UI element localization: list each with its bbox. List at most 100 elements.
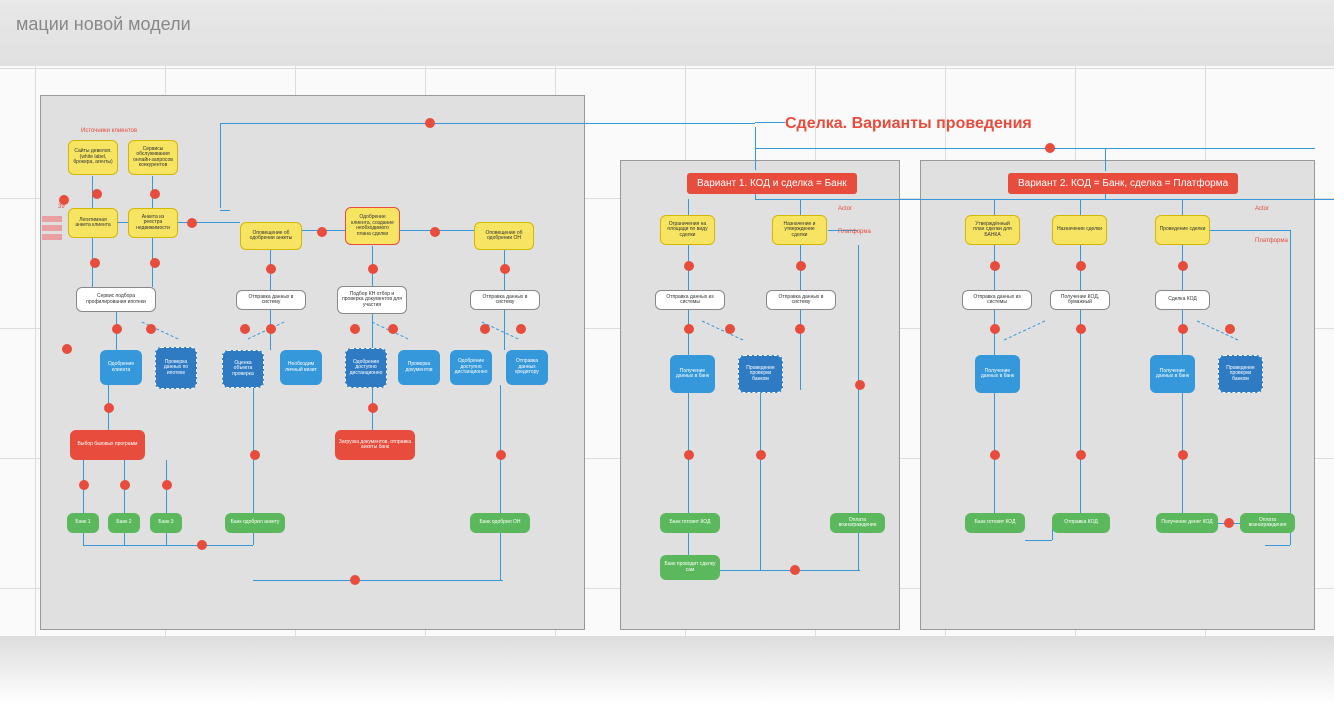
bn-3[interactable]: Оценка объекта проверка bbox=[222, 350, 264, 388]
gn-8[interactable]: Оплата вознаграждения bbox=[830, 513, 885, 533]
dot-15 bbox=[240, 324, 250, 334]
wn-2[interactable]: Отправка данных в систему bbox=[236, 290, 306, 310]
dot-34 bbox=[684, 324, 694, 334]
dot-12 bbox=[500, 264, 510, 274]
cn-a bbox=[220, 123, 221, 208]
gn-3[interactable]: Банк 3 bbox=[150, 513, 182, 533]
yn-9[interactable]: Назначение и утверждение сделки bbox=[772, 215, 827, 245]
wn-3[interactable]: Подбор КН отбор и проверка документов дл… bbox=[337, 286, 407, 314]
cn-j bbox=[800, 199, 801, 215]
dot-20 bbox=[516, 324, 526, 334]
yn-7[interactable]: Оповещение об одобрении ОН bbox=[474, 222, 534, 250]
bn-5[interactable]: Одобрение доступно дистанционно bbox=[345, 348, 387, 388]
cn-p3i bbox=[1025, 540, 1052, 541]
yn-11[interactable]: Назначение сделки bbox=[1052, 215, 1107, 245]
yn-2[interactable]: Сервисы обслуживания онлайн-запросов кон… bbox=[128, 140, 178, 175]
bn-1[interactable]: Одобрение клиента bbox=[100, 350, 142, 385]
dot-32 bbox=[684, 261, 694, 271]
wn-9[interactable]: Сделка КОД bbox=[1155, 290, 1210, 310]
dot-42 bbox=[1076, 261, 1086, 271]
dot-43 bbox=[1178, 261, 1188, 271]
page-title: мации новой модели bbox=[16, 14, 191, 35]
bn-9[interactable]: Получение данных в банк bbox=[670, 355, 715, 393]
gn-9[interactable]: Банк готовит КОД bbox=[965, 513, 1025, 533]
gn-12[interactable]: Оплата вознаграждения bbox=[1240, 513, 1295, 533]
dot-36 bbox=[795, 324, 805, 334]
wn-6[interactable]: Отправка данных в систему bbox=[766, 290, 836, 310]
dot-45 bbox=[1076, 324, 1086, 334]
wn-4[interactable]: Отправка данных в систему bbox=[470, 290, 540, 310]
dot-47 bbox=[1225, 324, 1235, 334]
wn-5[interactable]: Отправка данных из системы bbox=[655, 290, 725, 310]
dot-38 bbox=[756, 450, 766, 460]
cn-title-l bbox=[755, 122, 785, 123]
gn-5[interactable]: Банк одобрил ОН bbox=[470, 513, 530, 533]
wn-7[interactable]: Отправка данных из системы bbox=[962, 290, 1032, 310]
dot-40 bbox=[790, 565, 800, 575]
yn-3[interactable]: Легитимная анкета клиента bbox=[68, 208, 118, 238]
dot-17 bbox=[350, 324, 360, 334]
yn-5[interactable]: Оповещение об одобрении анкеты bbox=[240, 222, 302, 250]
cn-m bbox=[1182, 199, 1183, 215]
yn-12[interactable]: Проведение сделки bbox=[1155, 215, 1210, 245]
cn-gb4 bbox=[253, 533, 254, 545]
cn-gb3 bbox=[166, 533, 167, 545]
yn-10[interactable]: Утверждённый план сделки для БАНКА bbox=[965, 215, 1020, 245]
gn-4[interactable]: Банк одобрил анкету bbox=[225, 513, 285, 533]
dot-49 bbox=[1076, 450, 1086, 460]
dot-44 bbox=[990, 324, 1000, 334]
dot-8 bbox=[90, 258, 100, 268]
bn-10[interactable]: Проведение проверки банком bbox=[738, 355, 783, 393]
dot-50 bbox=[1178, 450, 1188, 460]
dot-19 bbox=[480, 324, 490, 334]
rn-1[interactable]: Выбор базовых программ bbox=[70, 430, 145, 460]
gn-7[interactable]: Банк проводит сделку сам bbox=[660, 555, 720, 580]
platform-label-1: Платформа bbox=[838, 229, 871, 235]
yn-8[interactable]: Ограничения на площади по виду сделки bbox=[660, 215, 715, 245]
dot-39 bbox=[855, 380, 865, 390]
rn-2[interactable]: Загрузка документов, отправка анкеты бан… bbox=[335, 430, 415, 460]
dot-22 bbox=[368, 403, 378, 413]
bn-11[interactable]: Получение данных в банк bbox=[975, 355, 1020, 393]
cn-w4g5 bbox=[500, 385, 501, 513]
gn-6[interactable]: Банк готовит КОД bbox=[660, 513, 720, 533]
cn-p3n bbox=[1290, 230, 1291, 245]
bn-6[interactable]: Проверка документов bbox=[398, 350, 440, 385]
bottom-fade bbox=[0, 636, 1334, 704]
bn-4[interactable]: Необходим личный визит bbox=[280, 350, 322, 385]
gn-11[interactable]: Получение денег КОД bbox=[1156, 513, 1218, 533]
yn-4[interactable]: Анкета из реестра недвижимости bbox=[128, 208, 178, 238]
bn-13[interactable]: Проведение проверки банком bbox=[1218, 355, 1263, 393]
bn-2[interactable]: Проверка данных по ипотеке bbox=[155, 347, 197, 389]
gn-10[interactable]: Отправка КОД bbox=[1052, 513, 1110, 533]
bn-8[interactable]: Отправка данных кредитору bbox=[506, 350, 548, 385]
cn-y34 bbox=[118, 222, 128, 223]
dot-26 bbox=[197, 540, 207, 550]
cn-p3m bbox=[1210, 230, 1290, 231]
cn-p2d bbox=[800, 310, 801, 390]
dot-28 bbox=[250, 450, 260, 460]
wn-1[interactable]: Сервис подбора профилирования ипотеки bbox=[76, 287, 156, 312]
stub-1 bbox=[42, 216, 62, 222]
yn-6[interactable]: Одобрение клиента, создание необходимого… bbox=[345, 207, 400, 245]
bn-12[interactable]: Получение данных в банк bbox=[1150, 355, 1195, 393]
dot-2 bbox=[1045, 143, 1055, 153]
dot-21 bbox=[104, 403, 114, 413]
dot-13 bbox=[112, 324, 122, 334]
bn-7[interactable]: Одобрение доступно дистанционно bbox=[450, 350, 492, 385]
wn-8[interactable]: Получение КОД, бумажный bbox=[1050, 290, 1110, 310]
cn-gb2 bbox=[124, 533, 125, 545]
gn-2[interactable]: Банк 2 bbox=[108, 513, 140, 533]
cn-g5d bbox=[500, 533, 501, 580]
cn-gbus bbox=[83, 545, 253, 546]
yn-1[interactable]: Сайты девелоп. (white label, брокера, аг… bbox=[68, 140, 118, 175]
cn-p2k bbox=[760, 390, 761, 570]
dot-27 bbox=[350, 575, 360, 585]
dot-7 bbox=[430, 227, 440, 237]
diagram-canvas[interactable]: мации новой модели Сделка. Варианты пров… bbox=[0, 0, 1334, 704]
actor-label-2: Actor bbox=[1255, 206, 1269, 212]
stub-2 bbox=[42, 225, 62, 231]
cn-w4b bbox=[504, 310, 505, 350]
stub-3 bbox=[42, 234, 62, 240]
gn-1[interactable]: Банк 1 bbox=[67, 513, 99, 533]
